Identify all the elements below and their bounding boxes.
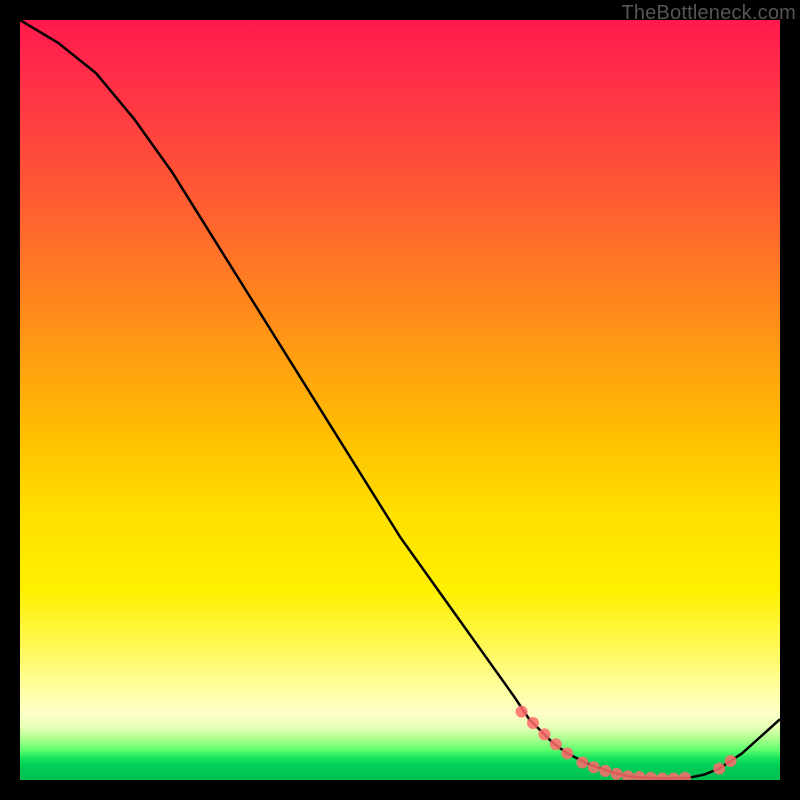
curve-path — [20, 20, 780, 779]
data-marker — [656, 773, 668, 781]
plot-area — [20, 20, 780, 780]
chart-container: TheBottleneck.com — [0, 0, 800, 800]
data-marker — [611, 768, 623, 780]
data-marker — [561, 747, 573, 759]
data-marker — [516, 706, 528, 718]
chart-svg — [20, 20, 780, 780]
data-marker — [725, 755, 737, 767]
data-marker — [588, 761, 600, 773]
data-marker — [645, 772, 657, 780]
data-marker — [668, 773, 680, 781]
data-marker — [679, 772, 691, 780]
data-marker — [622, 770, 634, 780]
data-marker — [527, 717, 539, 729]
data-marker — [633, 771, 645, 780]
marker-group — [516, 706, 737, 780]
data-marker — [576, 757, 588, 769]
data-marker — [538, 728, 550, 740]
data-marker — [550, 738, 562, 750]
data-marker — [713, 763, 725, 775]
watermark-text: TheBottleneck.com — [621, 2, 796, 25]
data-marker — [599, 765, 611, 777]
